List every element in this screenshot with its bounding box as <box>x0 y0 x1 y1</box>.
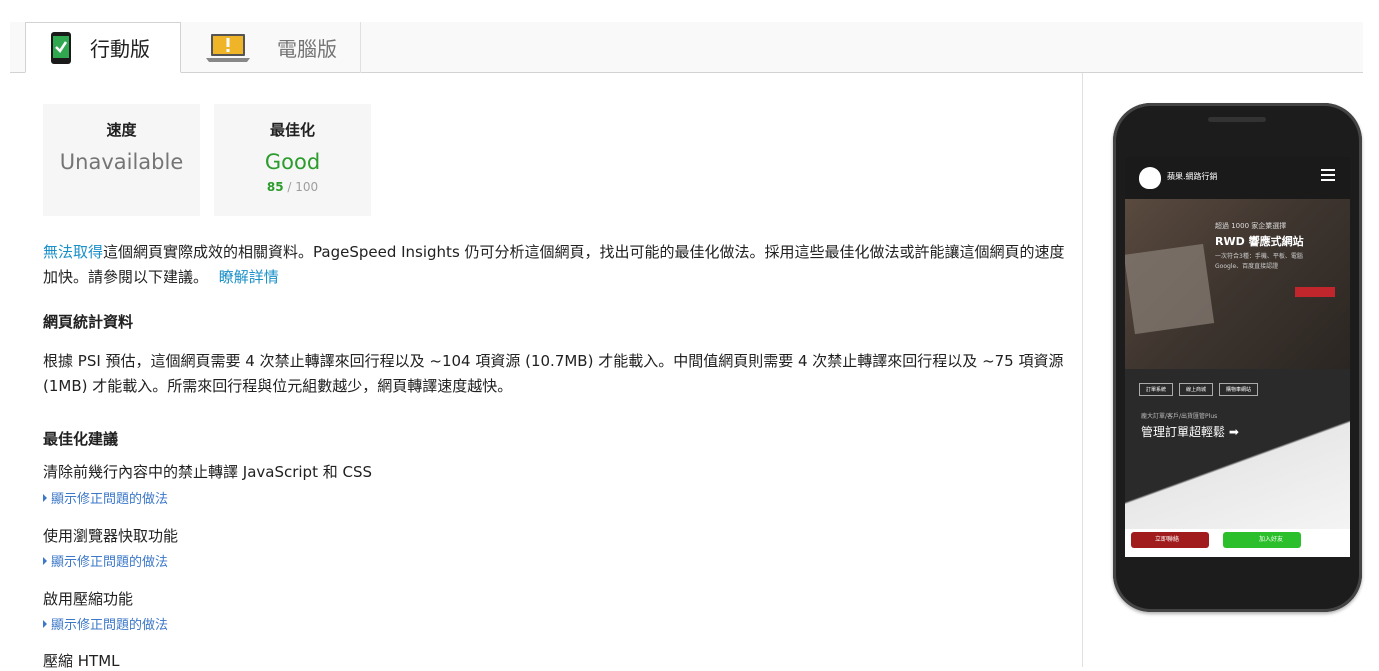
laptop-warning-icon <box>205 32 251 64</box>
optimization-card-value: Good <box>264 150 321 174</box>
optimization-score-value: 85 <box>266 180 284 194</box>
intro-paragraph: 無法取得這個網頁實際成效的相關資料。PageSpeed Insights 仍可分… <box>43 240 1073 290</box>
preview-sub-big: 管理訂單超輕鬆 ➡ <box>1141 425 1239 439</box>
show-fix-link[interactable]: 顯示修正問題的做法 <box>43 488 168 507</box>
suggestion-item: 使用瀏覽器快取功能 <box>43 527 179 545</box>
optimization-card: 最佳化 Good 85 / 100 <box>214 104 371 216</box>
optimization-card-title: 最佳化 <box>269 121 315 139</box>
preview-brand: 蘋果.網路行銷 <box>1167 172 1218 181</box>
expand-triangle-icon <box>43 493 47 502</box>
preview-call-button: 立即聯絡 <box>1131 532 1209 548</box>
tab-desktop[interactable]: 電腦版 <box>181 22 361 73</box>
preview-bottom-bar: 立即聯絡 加入好友 <box>1125 529 1350 557</box>
preview-tab: 購物車網站 <box>1219 383 1259 396</box>
learn-more-link[interactable]: 瞭解詳情 <box>219 268 279 286</box>
preview-tabs: 訂單系統 線上商城 購物車網站 <box>1139 383 1259 396</box>
apple-logo-icon <box>1139 167 1161 189</box>
show-fix-label: 顯示修正問題的做法 <box>51 492 169 507</box>
preview-tab: 訂單系統 <box>1139 383 1174 396</box>
speed-card-value: Unavailable <box>59 150 184 174</box>
speed-card-title: 速度 <box>106 121 137 139</box>
optimization-score-total: / 100 <box>283 180 319 194</box>
optimization-score: 85 / 100 <box>214 180 371 194</box>
expand-triangle-icon <box>43 556 47 565</box>
device-tab-bar: 行動版 電腦版 <box>10 22 1363 73</box>
intro-text: 這個網頁實際成效的相關資料。PageSpeed Insights 仍可分析這個網… <box>43 243 1065 286</box>
phone-screen: 蘋果.網路行銷 超過 1000 家企業選擇 RWD 響應式網站 一次符合3種：手… <box>1125 157 1350 557</box>
preview-hero: 超過 1000 家企業選擇 RWD 響應式網站 一次符合3種：手機、平板、電腦 … <box>1125 199 1350 369</box>
hamburger-menu-icon <box>1321 169 1335 181</box>
hero-line3: 一次符合3種：手機、平板、電腦 <box>1215 253 1303 260</box>
tab-mobile-label: 行動版 <box>90 37 150 61</box>
show-fix-link[interactable]: 顯示修正問題的做法 <box>43 551 168 570</box>
suggestion-item: 啟用壓縮功能 <box>43 590 134 608</box>
stats-paragraph: 根據 PSI 預估，這個網頁需要 4 次禁止轉譯來回行程以及 ~104 項資源 … <box>43 352 1064 395</box>
hero-line2: RWD 響應式網站 <box>1215 235 1304 248</box>
preview-tab: 線上商城 <box>1179 383 1214 396</box>
mobile-preview-phone: 蘋果.網路行銷 超過 1000 家企業選擇 RWD 響應式網站 一次符合3種：手… <box>1113 103 1362 612</box>
hero-line4: Google、百度直接認證 <box>1215 263 1279 270</box>
show-fix-label: 顯示修正問題的做法 <box>51 618 169 633</box>
preview-sub-small: 龐大訂單/客戶/出貨匯管Plus <box>1141 413 1218 420</box>
suggestions-heading: 最佳化建議 <box>43 430 119 448</box>
preview-header: 蘋果.網路行銷 <box>1125 157 1350 199</box>
tab-desktop-label: 電腦版 <box>277 37 337 61</box>
expand-triangle-icon <box>43 619 47 628</box>
phone-speaker <box>1208 117 1266 122</box>
hero-photos-image <box>1125 243 1215 335</box>
mobile-phone-check-icon <box>50 31 72 65</box>
hero-button <box>1295 287 1335 297</box>
preview-lower: 訂單系統 線上商城 購物車網站 龐大訂單/客戶/出貨匯管Plus 管理訂單超輕鬆… <box>1125 369 1350 529</box>
suggestion-item: 壓縮 HTML <box>43 652 120 670</box>
hero-line1: 超過 1000 家企業選擇 <box>1215 222 1287 230</box>
unavailable-link[interactable]: 無法取得 <box>43 243 103 261</box>
suggestion-item: 清除前幾行內容中的禁止轉譯 JavaScript 和 CSS <box>43 463 373 481</box>
show-fix-label: 顯示修正問題的做法 <box>51 555 169 570</box>
preview-line-button: 加入好友 <box>1223 532 1301 548</box>
speed-card: 速度 Unavailable <box>43 104 200 216</box>
tab-mobile[interactable]: 行動版 <box>25 22 181 73</box>
stats-heading: 網頁統計資料 <box>43 313 134 331</box>
column-divider <box>1082 73 1083 667</box>
show-fix-link[interactable]: 顯示修正問題的做法 <box>43 614 168 633</box>
